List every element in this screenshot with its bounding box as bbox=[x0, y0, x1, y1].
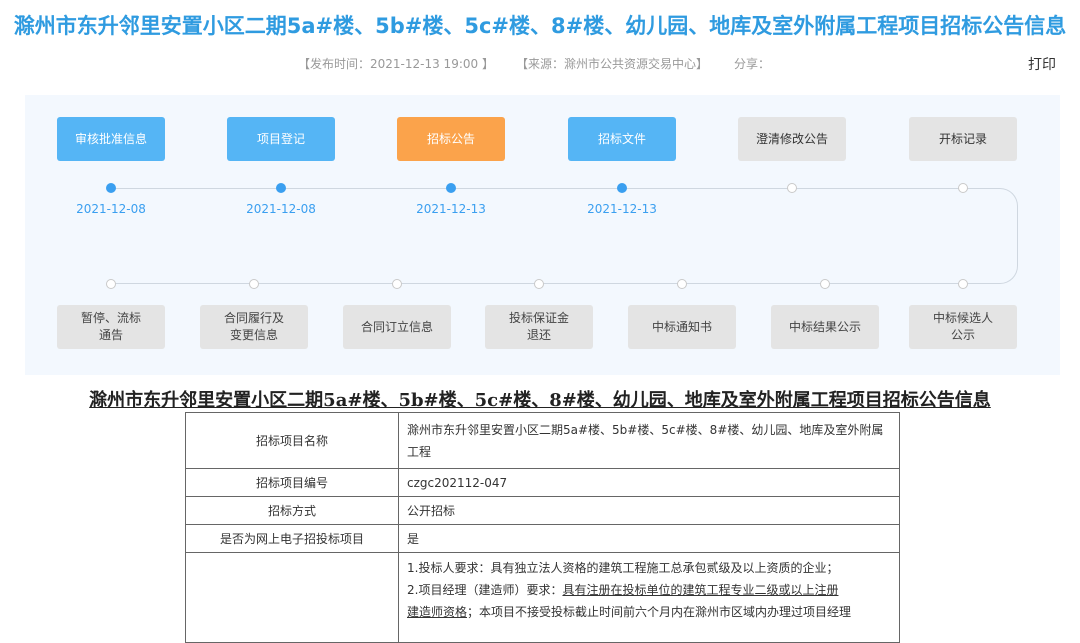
flow-dot bbox=[958, 279, 968, 289]
flow-step-bottom-5[interactable]: 中标通知书 bbox=[628, 305, 736, 349]
field-label: 招标项目编号 bbox=[185, 468, 399, 497]
flow-dot bbox=[820, 279, 830, 289]
flow-step-top-2[interactable]: 项目登记 bbox=[227, 117, 335, 161]
flow-step-bottom-4[interactable]: 投标保证金 退还 bbox=[485, 305, 593, 349]
flow-step-date: 2021-12-13 bbox=[587, 202, 657, 216]
field-label bbox=[185, 552, 399, 643]
table-row: 是否为网上电子招投标项目 是 bbox=[185, 524, 900, 553]
publish-time: 【发布时间：2021-12-13 19:00 】 bbox=[298, 57, 494, 71]
flow-step-top-1[interactable]: 审核批准信息 bbox=[57, 117, 165, 161]
requirement-line-1: 1.投标人要求：具有独立法人资格的建筑工程施工总承包贰级及以上资质的企业； bbox=[407, 561, 839, 575]
field-value: 公开招标 bbox=[398, 496, 900, 525]
requirement-line-3-rest: ；本项目不接受投标截止时间前六个月内在滁州市区域内办理过项目经理 bbox=[467, 605, 852, 619]
notice-subtitle[interactable]: 滁州市东升邻里安置小区二期5a#楼、5b#楼、5c#楼、8#楼、幼儿园、地库及室… bbox=[0, 386, 1080, 412]
flow-step-top-3[interactable]: 招标公告 bbox=[397, 117, 505, 161]
flow-dot bbox=[106, 183, 116, 193]
source-info: 【来源：滁州市公共资源交易中心】 bbox=[516, 57, 709, 71]
field-label: 招标方式 bbox=[185, 496, 399, 525]
flow-line-bottom bbox=[110, 283, 990, 284]
flow-step-top-5[interactable]: 澄清修改公告 bbox=[738, 117, 846, 161]
flow-dot bbox=[534, 279, 544, 289]
flow-dot bbox=[677, 279, 687, 289]
flow-dot bbox=[106, 279, 116, 289]
requirements-value: 1.投标人要求：具有独立法人资格的建筑工程施工总承包贰级及以上资质的企业； 2.… bbox=[398, 552, 900, 643]
field-label: 招标项目名称 bbox=[185, 412, 399, 469]
requirement-line-2: 2.项目经理（建造师）要求：具有注册在投标单位的建筑工程专业二级或以上注册 bbox=[407, 579, 891, 601]
flow-step-date: 2021-12-08 bbox=[76, 202, 146, 216]
table-row: 招标项目名称 滁州市东升邻里安置小区二期5a#楼、5b#楼、5c#楼、8#楼、幼… bbox=[185, 412, 900, 469]
flow-step-date: 2021-12-08 bbox=[246, 202, 316, 216]
field-value: 是 bbox=[398, 524, 900, 553]
print-button[interactable]: 打印 bbox=[1028, 54, 1056, 74]
page-title: 滁州市东升邻里安置小区二期5a#楼、5b#楼、5c#楼、8#楼、幼儿园、地库及室… bbox=[13, 14, 1067, 38]
flow-dot bbox=[958, 183, 968, 193]
share-label[interactable]: 分享： bbox=[734, 55, 770, 72]
flow-dot bbox=[276, 183, 286, 193]
table-row: 招标方式 公开招标 bbox=[185, 496, 900, 525]
flow-dot bbox=[249, 279, 259, 289]
flow-dot bbox=[392, 279, 402, 289]
flow-step-bottom-1[interactable]: 暂停、流标 通告 bbox=[57, 305, 165, 349]
flow-line-top bbox=[110, 188, 965, 189]
flow-line-curve bbox=[965, 188, 1018, 284]
requirement-line-2-underlined: 具有注册在投标单位的建筑工程专业二级或以上注册 bbox=[562, 583, 839, 597]
flow-dot bbox=[617, 183, 627, 193]
flow-step-bottom-7[interactable]: 中标候选人 公示 bbox=[909, 305, 1017, 349]
flow-dot bbox=[787, 183, 797, 193]
process-flow: 审核批准信息 2021-12-08 项目登记 2021-12-08 招标公告 2021-1… bbox=[25, 95, 1060, 375]
flow-step-date: 2021-12-13 bbox=[416, 202, 486, 216]
requirement-line-3: 建造师资格；本项目不接受投标截止时间前六个月内在滁州市区域内办理过项目经理 bbox=[407, 601, 891, 623]
flow-step-top-6[interactable]: 开标记录 bbox=[909, 117, 1017, 161]
flow-step-top-4[interactable]: 招标文件 bbox=[568, 117, 676, 161]
field-value: 滁州市东升邻里安置小区二期5a#楼、5b#楼、5c#楼、8#楼、幼儿园、地库及室… bbox=[398, 412, 900, 469]
flow-dot bbox=[446, 183, 456, 193]
field-label: 是否为网上电子招投标项目 bbox=[185, 524, 399, 553]
notice-table: 招标项目名称 滁州市东升邻里安置小区二期5a#楼、5b#楼、5c#楼、8#楼、幼… bbox=[185, 412, 900, 643]
field-value: czgc202112-047 bbox=[398, 468, 900, 497]
flow-step-bottom-6[interactable]: 中标结果公示 bbox=[771, 305, 879, 349]
table-row: 1.投标人要求：具有独立法人资格的建筑工程施工总承包贰级及以上资质的企业； 2.… bbox=[185, 552, 900, 643]
flow-step-bottom-3[interactable]: 合同订立信息 bbox=[343, 305, 451, 349]
requirement-line-2-prefix: 2.项目经理（建造师）要求： bbox=[407, 583, 563, 597]
table-row: 招标项目编号 czgc202112-047 bbox=[185, 468, 900, 497]
flow-step-bottom-2[interactable]: 合同履行及 变更信息 bbox=[200, 305, 308, 349]
requirement-line-3-underlined: 建造师资格 bbox=[407, 605, 468, 619]
